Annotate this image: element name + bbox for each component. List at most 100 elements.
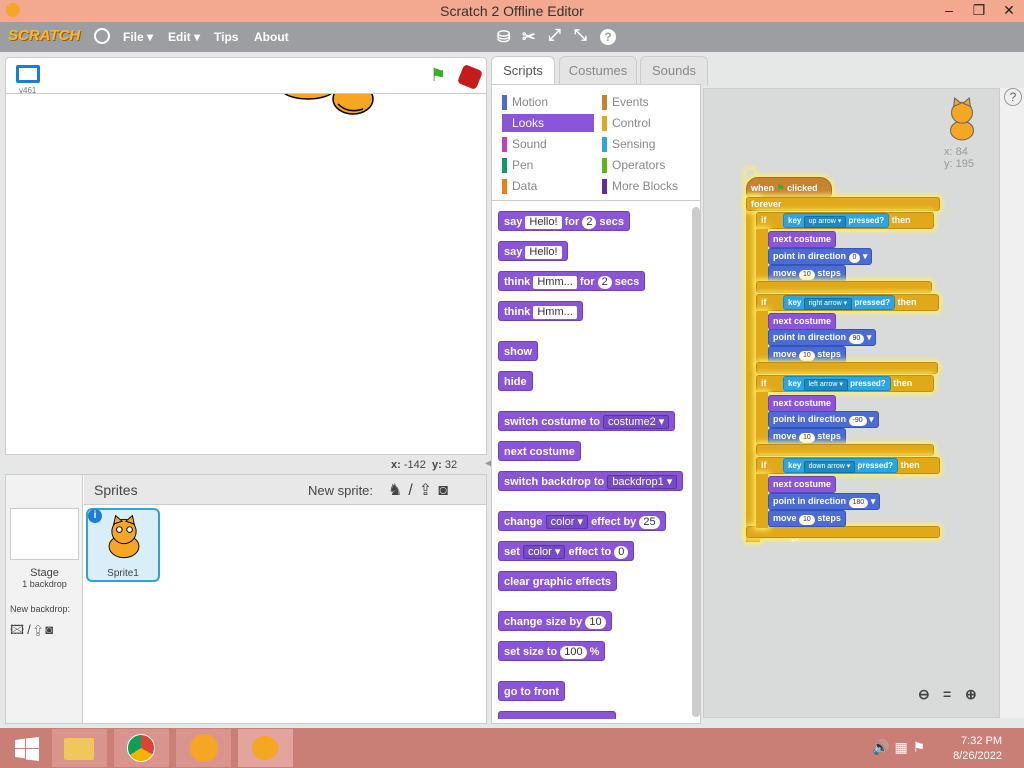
green-flag-icon[interactable]: ⚑	[430, 65, 446, 86]
grow-tool-icon[interactable]: ⤢	[548, 27, 561, 45]
if-block-left[interactable]: if key left arrow ▾ pressed? then	[756, 375, 934, 392]
help-icon[interactable]: ?	[1004, 88, 1022, 106]
block-hide[interactable]: hide	[498, 371, 533, 391]
tab-scripts[interactable]: Scripts	[491, 56, 555, 86]
paint-sprite-icon[interactable]: /	[408, 482, 418, 499]
edit-menu[interactable]: Edit ▾	[168, 30, 200, 44]
script-scrollbar[interactable]	[1000, 88, 1024, 718]
size-amount-input[interactable]: 10	[585, 616, 606, 629]
category-events[interactable]: Events	[602, 93, 694, 111]
steps-input[interactable]: 10	[799, 351, 815, 361]
category-control[interactable]: Control	[602, 114, 694, 132]
tab-sounds[interactable]: Sounds	[640, 56, 708, 86]
upload-sprite-icon[interactable]: ⇪	[419, 482, 438, 499]
duplicate-tool-icon[interactable]: ⛁	[497, 27, 510, 47]
upload-backdrop-icon[interactable]: ⇪	[34, 622, 46, 637]
block-think-for-secs[interactable]: think Hmm... for 2 secs	[498, 271, 646, 291]
move-steps-block[interactable]: move 10 steps	[768, 428, 846, 445]
minimize-button[interactable]: –	[934, 0, 964, 22]
move-steps-block[interactable]: move 10 steps	[768, 510, 846, 527]
fullscreen-icon[interactable]	[16, 65, 40, 83]
direction-input[interactable]: 90	[848, 334, 865, 344]
steps-input[interactable]: 10	[799, 433, 815, 443]
block-switch-backdrop[interactable]: switch backdrop to backdrop1 ▾	[498, 471, 684, 491]
point-direction-block[interactable]: point in direction 0 ▾	[768, 248, 873, 265]
costume-dropdown[interactable]: costume2 ▾	[603, 415, 670, 429]
backdrop-dropdown[interactable]: backdrop1 ▾	[607, 475, 678, 489]
block-go-to-front[interactable]: go to front	[498, 681, 565, 701]
block-change-size[interactable]: change size by 10	[498, 611, 612, 631]
block-switch-costume[interactable]: switch costume to costume2 ▾	[498, 411, 676, 431]
message-input[interactable]: Hmm...	[533, 276, 577, 289]
block-set-size[interactable]: set size to 100 %	[498, 641, 606, 661]
secs-input[interactable]: 2	[597, 276, 612, 289]
clock[interactable]: 7:32 PM 8/26/2022	[953, 734, 1002, 764]
stage-thumbnail[interactable]	[10, 508, 79, 560]
block-clear-graphic-effects[interactable]: clear graphic effects	[498, 571, 617, 591]
key-dropdown[interactable]: up arrow ▾	[803, 216, 847, 228]
key-pressed-right[interactable]: key right arrow ▾ pressed?	[783, 295, 895, 310]
key-pressed-left[interactable]: key left arrow ▾ pressed?	[783, 376, 891, 391]
if-block-up[interactable]: if key up arrow ▾ pressed? then	[756, 212, 934, 229]
stage-canvas[interactable]	[5, 93, 487, 455]
category-pen[interactable]: Pen	[502, 156, 594, 174]
start-button[interactable]	[4, 729, 59, 767]
sprite-thumbnail[interactable]: i Sprite1	[86, 508, 160, 582]
close-window-button[interactable]: ✕	[994, 0, 1024, 22]
effect-dropdown[interactable]: color ▾	[522, 545, 566, 559]
block-say[interactable]: say Hello!	[498, 241, 568, 261]
about-menu[interactable]: About	[254, 30, 289, 44]
taskbar-file-explorer[interactable]	[52, 729, 107, 767]
category-operators[interactable]: Operators	[602, 156, 694, 174]
point-direction-block[interactable]: point in direction 180 ▾	[768, 493, 881, 510]
message-input[interactable]: Hello!	[525, 216, 562, 229]
key-dropdown[interactable]: left arrow ▾	[803, 379, 848, 391]
zoom-reset-icon[interactable]: =	[943, 686, 951, 702]
zoom-in-icon[interactable]: ⊕	[965, 686, 977, 703]
next-costume-block[interactable]: next costume	[768, 231, 837, 248]
key-dropdown[interactable]: right arrow ▾	[803, 298, 853, 310]
message-input[interactable]: Hmm...	[533, 306, 577, 319]
category-sound[interactable]: Sound	[502, 135, 594, 153]
shrink-tool-icon[interactable]: ⤡	[574, 27, 587, 45]
camera-backdrop-icon[interactable]: ◙	[45, 622, 56, 637]
direction-input[interactable]: 0	[848, 253, 861, 263]
category-sensing[interactable]: Sensing	[602, 135, 694, 153]
category-looks[interactable]: Looks	[502, 114, 594, 132]
block-set-effect[interactable]: set color ▾ effect to 0	[498, 541, 635, 561]
if-block-down[interactable]: if key down arrow ▾ pressed? then	[756, 457, 940, 474]
language-globe-icon[interactable]	[94, 28, 110, 44]
effect-dropdown[interactable]: color ▾	[545, 515, 588, 529]
taskbar-chrome[interactable]	[114, 729, 169, 767]
next-costume-block[interactable]: next costume	[768, 476, 837, 493]
next-costume-block[interactable]: next costume	[768, 313, 837, 330]
key-pressed-down[interactable]: key down arrow ▾ pressed?	[783, 458, 899, 473]
move-steps-block[interactable]: move 10 steps	[768, 346, 846, 363]
size-value-input[interactable]: 100	[560, 646, 587, 659]
block-think[interactable]: think Hmm...	[498, 301, 583, 321]
action-center-icon[interactable]: ⚑	[913, 739, 931, 755]
tab-costumes[interactable]: Costumes	[559, 56, 637, 86]
point-direction-block[interactable]: point in direction 90 ▾	[768, 329, 877, 346]
taskbar-scratch-1[interactable]	[176, 729, 231, 767]
sprite-library-icon[interactable]: ♞	[388, 482, 408, 499]
delete-tool-icon[interactable]: ✂	[522, 27, 535, 47]
effect-value-input[interactable]: 0	[614, 546, 629, 559]
paint-backdrop-icon[interactable]: /	[27, 622, 34, 637]
stop-sign-icon[interactable]	[456, 63, 484, 91]
help-tool-icon[interactable]: ?	[600, 29, 616, 45]
taskbar-scratch-2[interactable]	[238, 729, 293, 767]
stage-sprite-cat[interactable]	[278, 93, 378, 124]
file-menu[interactable]: File ▾	[123, 30, 153, 44]
effect-amount-input[interactable]: 25	[639, 516, 660, 529]
backdrop-library-icon[interactable]: 🖾	[10, 622, 27, 637]
category-data[interactable]: Data	[502, 177, 594, 195]
tips-menu[interactable]: Tips	[214, 30, 238, 44]
category-more-blocks[interactable]: More Blocks	[602, 177, 694, 195]
point-direction-block[interactable]: point in direction -90 ▾	[768, 411, 879, 428]
message-input[interactable]: Hello!	[525, 246, 562, 259]
when-flag-clicked-block[interactable]: when ⚑ clicked	[746, 177, 832, 197]
block-show[interactable]: show	[498, 341, 539, 361]
restore-button[interactable]: ❐	[964, 0, 994, 22]
steps-input[interactable]: 10	[799, 270, 815, 280]
